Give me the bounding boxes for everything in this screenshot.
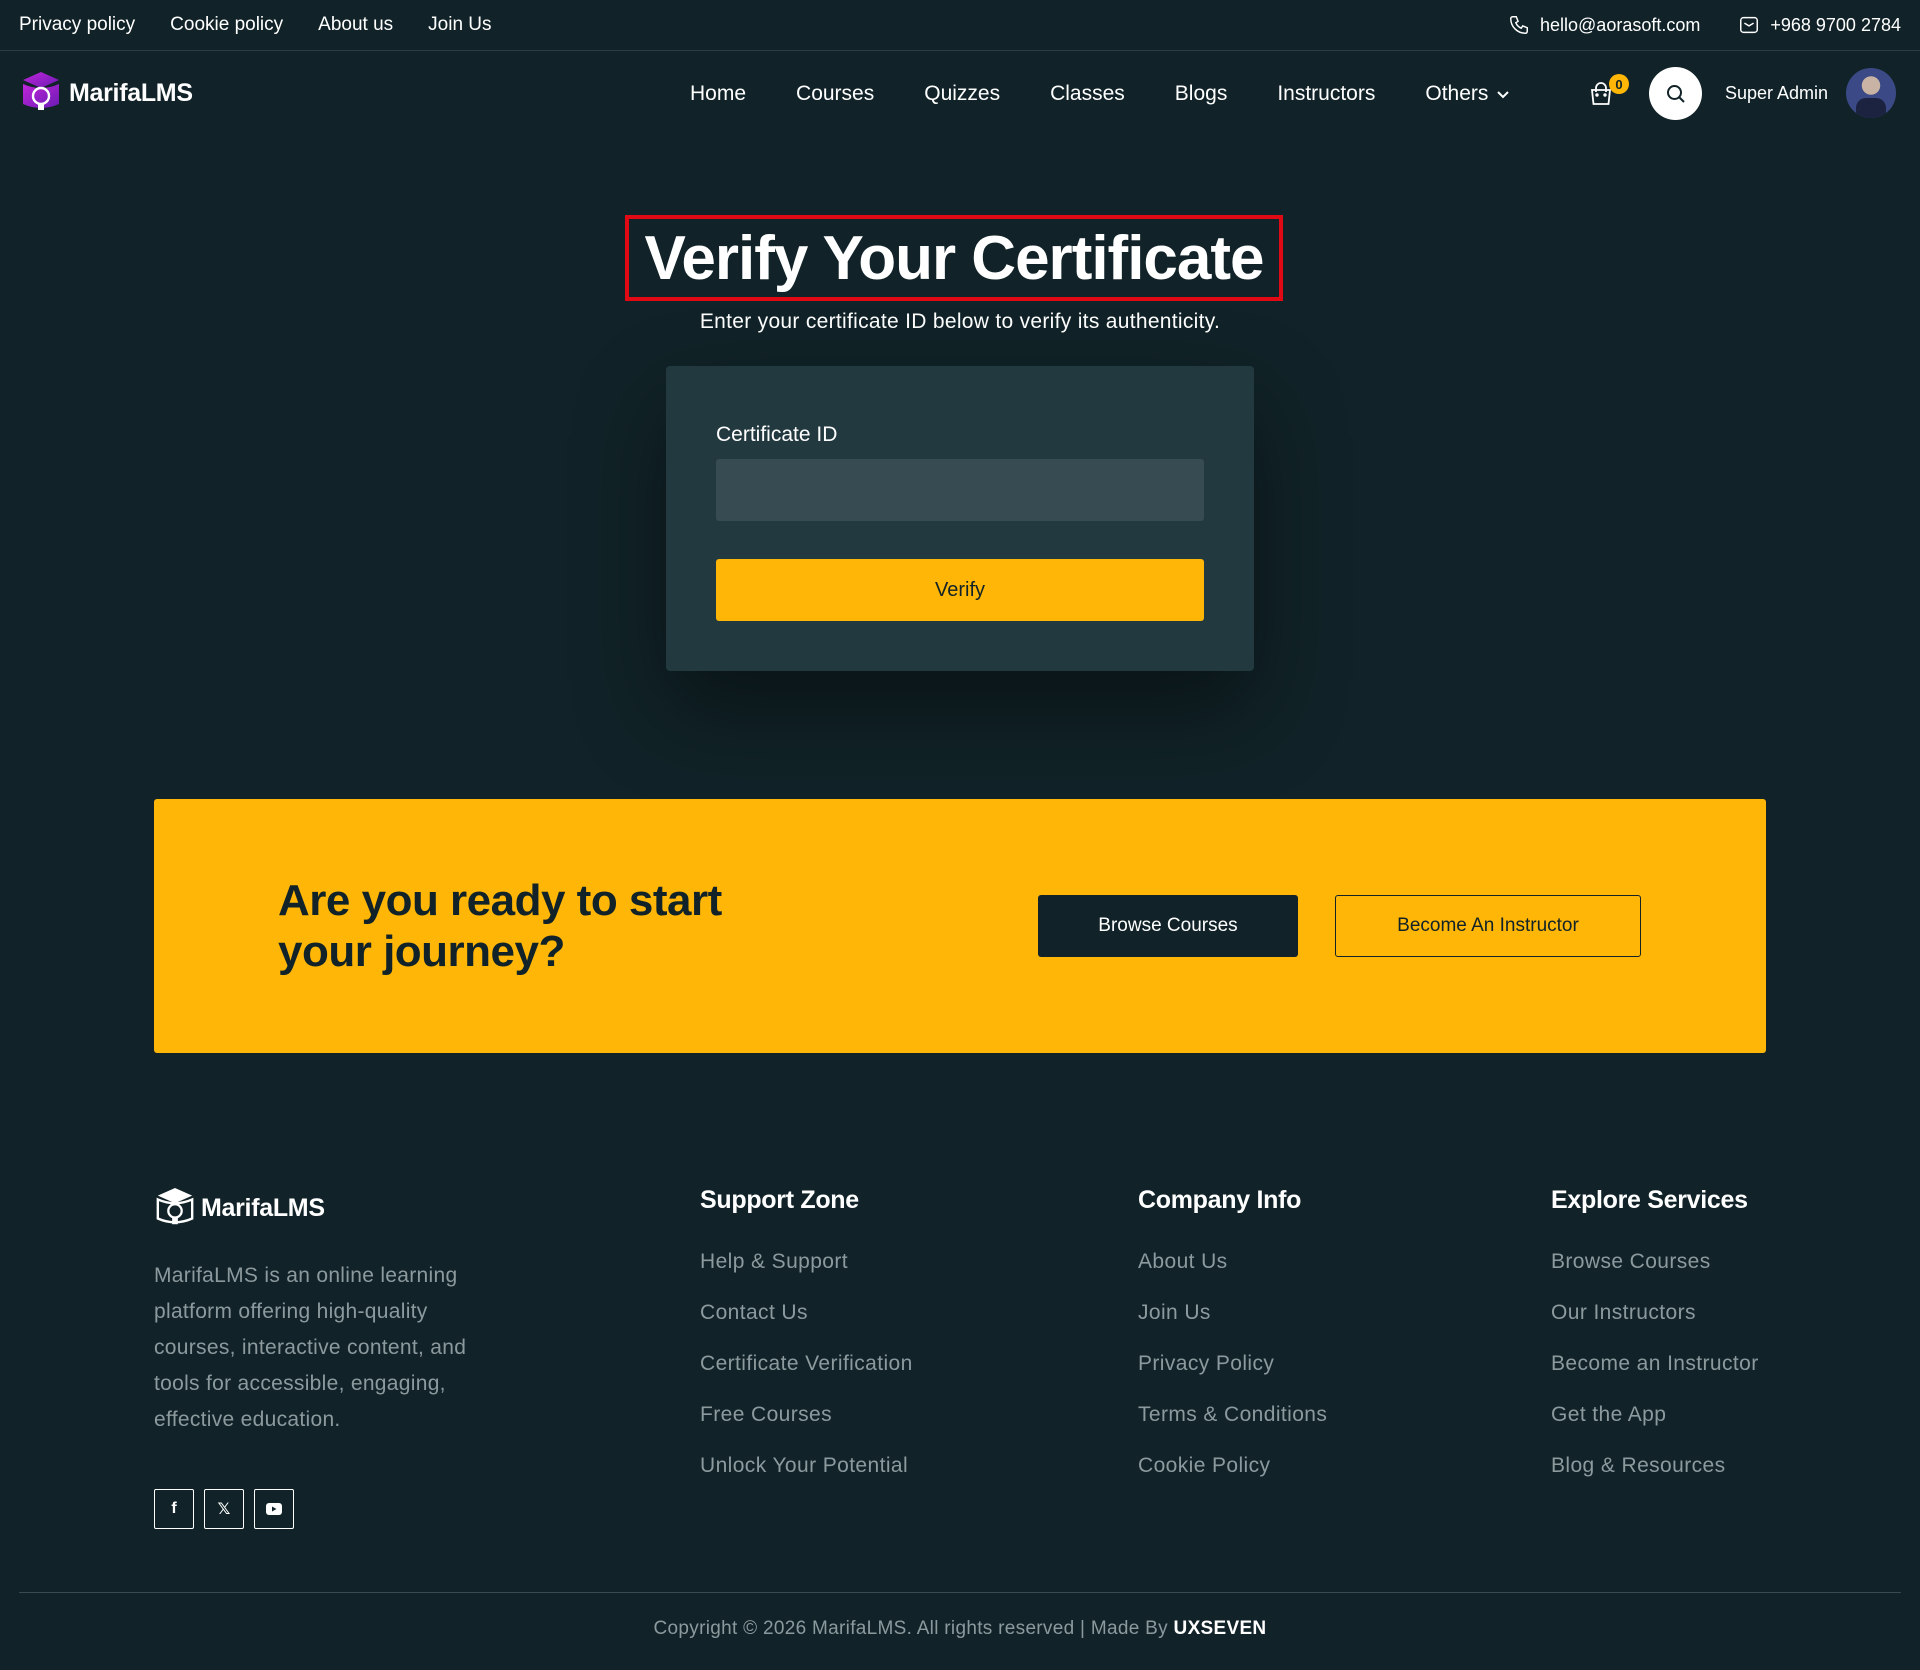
x-icon[interactable]: 𝕏 [204,1489,244,1529]
nav-home[interactable]: Home [690,82,746,106]
become-instructor-button[interactable]: Become An Instructor [1335,895,1641,957]
footer-col-support: Support Zone Help & Support Contact Us C… [700,1186,913,1502]
cta-banner: Are you ready to start your journey? Bro… [154,799,1766,1053]
phone-icon [1510,16,1528,34]
footer-logo[interactable]: MarifaLMS [154,1186,325,1230]
logo-icon [156,1187,194,1225]
footer-link[interactable]: Become an Instructor [1551,1349,1759,1400]
footer-about-text: MarifaLMS is an online learning platform… [154,1264,467,1431]
nav-courses[interactable]: Courses [796,82,874,106]
footer-divider [19,1592,1901,1593]
cart-count-badge: 0 [1609,74,1629,94]
top-link-about[interactable]: About us [318,14,393,36]
footer-link[interactable]: About Us [1138,1247,1327,1298]
user-name[interactable]: Super Admin [1725,83,1828,104]
facebook-icon[interactable]: f [154,1489,194,1529]
logo-text: MarifaLMS [69,78,193,107]
page-title: Verify Your Certificate [644,223,1264,293]
verify-form-card: Certificate ID Verify [666,366,1254,671]
footer-col-explore: Explore Services Browse Courses Our Inst… [1551,1186,1759,1502]
footer-link[interactable]: Free Courses [700,1400,913,1451]
footer-link[interactable]: Join Us [1138,1298,1327,1349]
phone-contact[interactable]: +968 9700 2784 [1738,14,1901,36]
nav-classes[interactable]: Classes [1050,82,1125,106]
cta-heading: Are you ready to start your journey? [278,876,722,976]
search-icon [1666,84,1685,103]
footer-col-title: Explore Services [1551,1186,1748,1214]
footer-link[interactable]: Our Instructors [1551,1298,1759,1349]
page-subtitle: Enter your certificate ID below to verif… [699,310,1221,333]
site-logo[interactable]: MarifaLMS [19,70,193,116]
nav-quizzes[interactable]: Quizzes [924,82,1000,106]
footer-link[interactable]: Unlock Your Potential [700,1451,913,1502]
chevron-down-icon [1497,91,1510,99]
logo-icon [23,72,59,110]
footer-link[interactable]: Terms & Conditions [1138,1400,1327,1451]
made-by-link[interactable]: UXSEVEN [1174,1618,1267,1639]
message-icon [1740,16,1759,34]
main-nav: MarifaLMS Home Courses Quizzes Classes B… [0,52,1920,136]
footer-link[interactable]: Blog & Resources [1551,1451,1759,1502]
email-contact[interactable]: hello@aorasoft.com [1508,14,1700,36]
nav-others-label: Others [1425,82,1489,105]
social-links: f 𝕏 [154,1489,294,1529]
top-links: Privacy policy Cookie policy About us Jo… [19,14,492,36]
footer-col-title: Support Zone [700,1186,859,1214]
top-link-privacy[interactable]: Privacy policy [19,14,135,36]
footer-link[interactable]: Get the App [1551,1400,1759,1451]
footer-link[interactable]: Browse Courses [1551,1247,1759,1298]
email-text: hello@aorasoft.com [1540,14,1701,35]
certificate-id-label: Certificate ID [716,423,838,446]
footer-link[interactable]: Privacy Policy [1138,1349,1327,1400]
footer-link[interactable]: Cookie Policy [1138,1451,1327,1502]
footer-link[interactable]: Certificate Verification [700,1349,913,1400]
footer-link[interactable]: Contact Us [700,1298,913,1349]
copyright-text: Copyright © 2026 MarifaLMS. All rights r… [653,1618,1168,1639]
nav-instructors[interactable]: Instructors [1277,82,1375,106]
page-title-highlight: Verify Your Certificate [625,215,1283,301]
nav-blogs[interactable]: Blogs [1175,82,1228,106]
youtube-icon[interactable] [254,1489,294,1529]
top-contact: hello@aorasoft.com +968 9700 2784 [1508,14,1901,36]
footer-logo-text: MarifaLMS [201,1193,325,1222]
top-bar: Privacy policy Cookie policy About us Jo… [0,0,1920,51]
browse-courses-button[interactable]: Browse Courses [1038,895,1298,957]
copyright: Copyright © 2026 MarifaLMS. All rights r… [0,1618,1920,1640]
footer-col-title: Company Info [1138,1186,1302,1214]
nav-menu: Home Courses Quizzes Classes Blogs Instr… [690,52,1510,136]
top-link-cookie[interactable]: Cookie policy [170,14,283,36]
avatar[interactable] [1846,68,1896,118]
footer-col-company: Company Info About Us Join Us Privacy Po… [1138,1186,1327,1502]
certificate-id-input[interactable] [716,459,1204,521]
verify-button[interactable]: Verify [716,559,1204,621]
footer-link[interactable]: Help & Support [700,1247,913,1298]
search-button[interactable] [1649,67,1702,120]
top-link-join[interactable]: Join Us [428,14,491,36]
nav-others[interactable]: Others [1425,82,1510,106]
phone-text: +968 9700 2784 [1770,14,1901,35]
